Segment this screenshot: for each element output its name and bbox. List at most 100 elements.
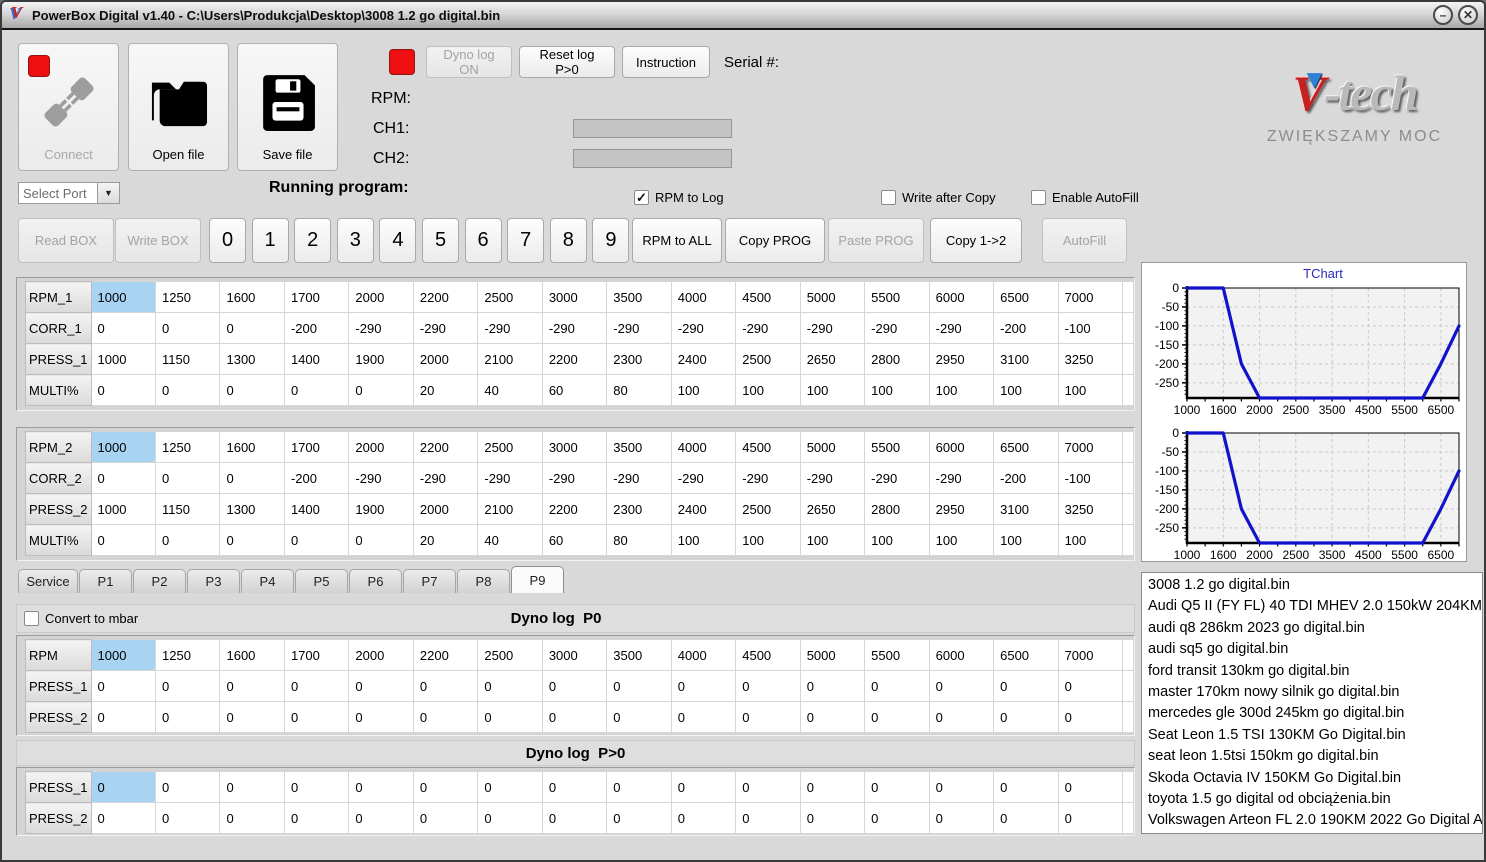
grid-cell[interactable]: 0 [155,462,221,494]
grid-cell[interactable]: -290 [606,462,672,494]
file-item[interactable]: Audi Q5 II (FY FL) 40 TDI MHEV 2.0 150kW… [1148,596,1482,617]
grid-cell[interactable]: 3100 [993,343,1059,375]
grid-cell[interactable]: 1250 [155,639,221,671]
grid-cell[interactable]: 0 [90,802,157,834]
grid-cell[interactable]: 60 [541,374,608,406]
grid-cell[interactable]: 2500 [477,431,543,463]
grid-cell[interactable]: 0 [928,701,995,733]
grid-cell[interactable]: -290 [928,462,995,494]
grid-cell[interactable]: 0 [412,802,479,834]
grid-cell[interactable]: 0 [541,771,608,803]
grid-cell[interactable]: 1400 [283,493,350,525]
rpm-to-all-button[interactable]: RPM to ALL [632,218,722,263]
grid-cell[interactable]: 6000 [928,281,995,313]
digit-0-button[interactable]: 0 [209,218,246,263]
grid-cell[interactable]: -290 [799,462,866,494]
grid-cell[interactable]: 4500 [735,281,801,313]
grid-cell[interactable]: 1000 [90,343,157,375]
grid-cell[interactable]: 3000 [541,281,608,313]
grid-cell[interactable]: 0 [348,374,414,406]
grid-cell[interactable]: 2400 [670,343,737,375]
grid-cell[interactable]: 0 [799,701,866,733]
grid-cell[interactable]: 2000 [348,431,414,463]
grid-cell[interactable]: 0 [799,802,866,834]
grid-cell[interactable]: 2500 [477,281,543,313]
select-port-combobox[interactable]: Select Port ▼ [18,182,120,204]
grid-cell[interactable]: 5000 [799,639,866,671]
grid-cell[interactable]: 40 [477,374,543,406]
grid-cell[interactable]: 1600 [219,431,285,463]
grid-cell[interactable]: 1000 [90,281,157,313]
grid-cell[interactable]: -290 [412,462,479,494]
tab-p1[interactable]: P1 [79,569,132,593]
grid-cell[interactable]: 0 [155,312,221,344]
save-file-button[interactable]: Save file [237,43,338,171]
grid-cell[interactable]: 2200 [412,639,479,671]
grid-cell[interactable]: 0 [219,524,285,556]
grid-cell[interactable]: 2300 [606,493,672,525]
file-item[interactable]: audi sq5 go digital.bin [1148,639,1482,660]
tab-p4[interactable]: P4 [241,569,294,593]
grid-cell[interactable]: 1000 [90,493,157,525]
chevron-down-icon[interactable]: ▼ [98,182,120,204]
grid-cell[interactable]: -290 [735,312,801,344]
grid-cell[interactable]: 100 [735,524,801,556]
grid-cell[interactable]: -290 [735,462,801,494]
grid-cell[interactable]: 100 [864,374,930,406]
grid-cell[interactable]: 0 [155,670,221,702]
grid-cell[interactable]: 20 [412,524,479,556]
grid-cell[interactable]: 100 [799,524,866,556]
digit-9-button[interactable]: 9 [592,218,630,263]
grid-cell[interactable]: 2200 [541,343,608,375]
grid-cell[interactable]: 2000 [412,343,479,375]
tab-p8[interactable]: P8 [457,569,510,593]
grid-cell[interactable]: 7000 [1057,639,1124,671]
grid-cell[interactable]: 0 [219,802,285,834]
grid-cell[interactable]: 20 [412,374,479,406]
grid-cell[interactable]: 3000 [541,431,608,463]
grid-cell[interactable]: -200 [993,462,1059,494]
grid-cell[interactable]: -200 [283,462,350,494]
grid-cell[interactable]: 3000 [541,639,608,671]
grid-cell[interactable]: 0 [477,802,543,834]
grid-cell[interactable]: -290 [477,312,543,344]
grid-cell[interactable]: 3500 [606,281,672,313]
grid-cell[interactable]: 0 [283,670,350,702]
grid-cell[interactable]: 0 [799,670,866,702]
autofill-button[interactable]: AutoFill [1042,218,1127,263]
grid-cell[interactable]: 0 [928,771,995,803]
grid-cell[interactable]: 3500 [606,639,672,671]
grid-cell[interactable]: 0 [348,771,414,803]
grid-cell[interactable]: 1900 [348,493,414,525]
grid-cell[interactable]: 0 [283,802,350,834]
grid-cell[interactable]: 1250 [155,281,221,313]
grid-cell[interactable]: 0 [864,701,930,733]
grid-cell[interactable]: 1400 [283,343,350,375]
grid-cell[interactable]: 0 [90,462,157,494]
tab-p6[interactable]: P6 [349,569,402,593]
digit-5-button[interactable]: 5 [422,218,459,263]
grid-cell[interactable]: 0 [606,701,672,733]
file-item[interactable]: master 170km nowy silnik go digital.bin [1148,682,1482,703]
grid-cell[interactable]: 0 [283,374,350,406]
grid-cell[interactable]: 0 [670,771,737,803]
grid-cell[interactable]: 100 [993,374,1059,406]
grid-cell[interactable]: 7000 [1057,281,1124,313]
grid-cell[interactable]: 7000 [1057,431,1124,463]
tab-p9[interactable]: P9 [511,566,564,593]
grid-cell[interactable]: 6000 [928,639,995,671]
grid-cell[interactable]: 80 [606,374,672,406]
grid-cell[interactable]: 100 [1057,374,1124,406]
grid-cell[interactable]: 0 [219,701,285,733]
write-after-copy-checkbox[interactable]: Write after Copy [881,190,996,205]
digit-2-button[interactable]: 2 [294,218,332,263]
grid-cell[interactable]: 0 [670,670,737,702]
grid-cell[interactable]: 100 [993,524,1059,556]
digit-3-button[interactable]: 3 [336,218,374,263]
close-button[interactable]: ✕ [1458,5,1478,25]
grid-cell[interactable]: -200 [283,312,350,344]
grid-cell[interactable]: -290 [348,462,414,494]
grid-cell[interactable]: 1600 [219,639,285,671]
tab-p2[interactable]: P2 [133,569,186,593]
grid-cell[interactable]: 0 [348,670,414,702]
